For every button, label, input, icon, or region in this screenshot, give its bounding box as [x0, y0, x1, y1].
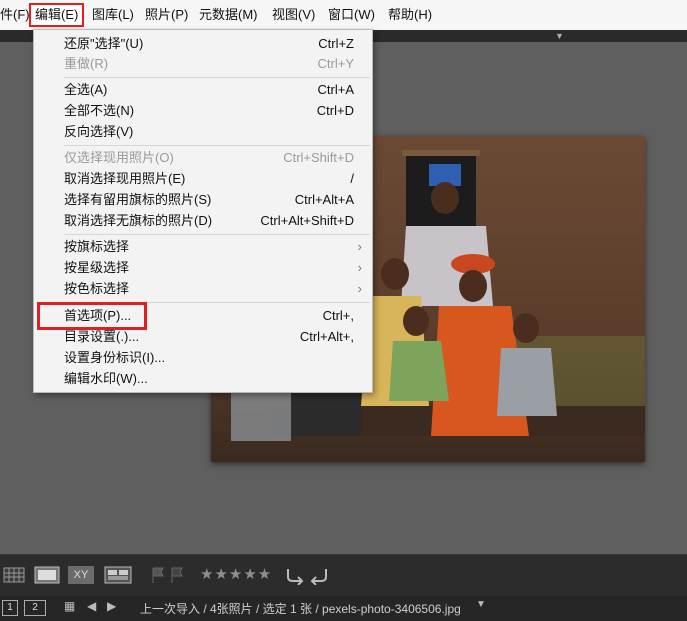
survey-view-icon[interactable] — [104, 565, 132, 585]
submenu-arrow-icon: › — [357, 239, 362, 254]
edit-menu-dropdown: 还原"选择"(U) Ctrl+Z 重做(R) Ctrl+Y 全选(A) Ctrl… — [33, 29, 373, 393]
menu-select-none[interactable]: 全部不选(N) Ctrl+D — [64, 101, 354, 121]
menu-redo: 重做(R) Ctrl+Y — [64, 54, 354, 74]
menu-edit-watermark[interactable]: 编辑水印(W)... — [64, 369, 354, 389]
grid-toolbar: XY ★★★★★ — [0, 554, 687, 596]
menu-preferences-shortcut: Ctrl+, — [322, 308, 354, 323]
menu-select-by-rating[interactable]: 按星级选择 › — [64, 258, 362, 278]
preferences-highlight-box — [37, 302, 147, 330]
source-dropdown-icon[interactable]: ▼ — [476, 599, 486, 610]
screen-1-button[interactable]: 1 — [2, 600, 18, 616]
menu-deselect-active-label: 取消选择现用照片(E) — [64, 171, 186, 186]
loupe-view-icon[interactable] — [34, 565, 60, 585]
menu-select-by-flag-label: 按旗标选择 — [64, 239, 130, 254]
forward-arrow-icon[interactable]: ▶ — [107, 599, 116, 613]
menu-divider — [64, 145, 370, 146]
menu-select-active-label: 仅选择现用照片(O) — [64, 150, 174, 165]
menu-select-by-color[interactable]: 按色标选择 › — [64, 279, 362, 299]
filmstrip-status-bar: 1 2 ▦ ◀ ▶ 上一次导入 / 4张照片 / 选定 1 张 / pexels… — [0, 596, 687, 621]
menu-catalog-settings-shortcut: Ctrl+Alt+, — [299, 329, 354, 344]
menu-redo-label: 重做(R) — [64, 56, 109, 71]
grid-view-icon[interactable] — [2, 565, 26, 585]
flag-icons[interactable] — [150, 565, 186, 585]
menu-invert-selection[interactable]: 反向选择(V) — [64, 122, 354, 142]
menu-identity-plate[interactable]: 设置身份标识(I)... — [64, 348, 354, 368]
menu-deselect-unflagged-shortcut: Ctrl+Alt+Shift+D — [260, 213, 354, 228]
menu-invert-label: 反向选择(V) — [64, 124, 134, 139]
menu-undo-shortcut: Ctrl+Z — [318, 36, 354, 51]
menu-select-flagged-label: 选择有留用旗标的照片(S) — [64, 192, 212, 207]
menu-deselect-active[interactable]: 取消选择现用照片(E) / — [64, 169, 354, 189]
menu-select-by-flag[interactable]: 按旗标选择 › — [64, 237, 362, 257]
menu-catalog-settings-label: 目录设置(.)... — [64, 329, 140, 344]
rotate-icons[interactable] — [284, 565, 332, 585]
menu-edit-watermark-label: 编辑水印(W)... — [64, 371, 148, 386]
menu-undo-select[interactable]: 还原"选择"(U) Ctrl+Z — [64, 34, 354, 54]
menu-select-all[interactable]: 全选(A) Ctrl+A — [64, 80, 354, 100]
menu-redo-shortcut: Ctrl+Y — [317, 56, 354, 71]
submenu-arrow-icon: › — [357, 281, 362, 296]
filmstrip-source-text[interactable]: 上一次导入 / 4张照片 / 选定 1 张 / pexels-photo-340… — [140, 600, 461, 618]
menu-select-active-shortcut: Ctrl+Shift+D — [283, 150, 354, 165]
menu-select-active-only: 仅选择现用照片(O) Ctrl+Shift+D — [64, 148, 354, 168]
menu-deselect-unflagged-label: 取消选择无旗标的照片(D) — [64, 213, 213, 228]
menu-select-by-color-label: 按色标选择 — [64, 281, 130, 296]
grid-small-icon[interactable]: ▦ — [64, 599, 75, 613]
menu-select-flagged-shortcut: Ctrl+Alt+A — [294, 192, 354, 207]
menu-select-all-label: 全选(A) — [64, 82, 108, 97]
menu-deselect-active-shortcut: / — [350, 171, 354, 186]
menu-deselect-unflagged[interactable]: 取消选择无旗标的照片(D) Ctrl+Alt+Shift+D — [64, 211, 354, 231]
menu-divider — [64, 77, 370, 78]
menu-undo-label: 还原"选择"(U) — [64, 36, 144, 51]
menu-catalog-settings[interactable]: 目录设置(.)... Ctrl+Alt+, — [64, 327, 354, 347]
back-arrow-icon[interactable]: ◀ — [87, 599, 96, 613]
menu-divider — [64, 234, 370, 235]
menu-select-none-label: 全部不选(N) — [64, 103, 135, 118]
submenu-arrow-icon: › — [357, 260, 362, 275]
compare-view-icon[interactable]: XY — [68, 566, 94, 584]
menu-select-by-rating-label: 按星级选择 — [64, 260, 130, 275]
menu-identity-plate-label: 设置身份标识(I)... — [64, 350, 166, 365]
screen-2-button[interactable]: 2 — [24, 600, 46, 616]
menu-select-none-shortcut: Ctrl+D — [316, 103, 354, 118]
star-rating[interactable]: ★★★★★ — [200, 565, 272, 585]
menu-select-all-shortcut: Ctrl+A — [317, 82, 354, 97]
menu-select-flagged[interactable]: 选择有留用旗标的照片(S) Ctrl+Alt+A — [64, 190, 354, 210]
